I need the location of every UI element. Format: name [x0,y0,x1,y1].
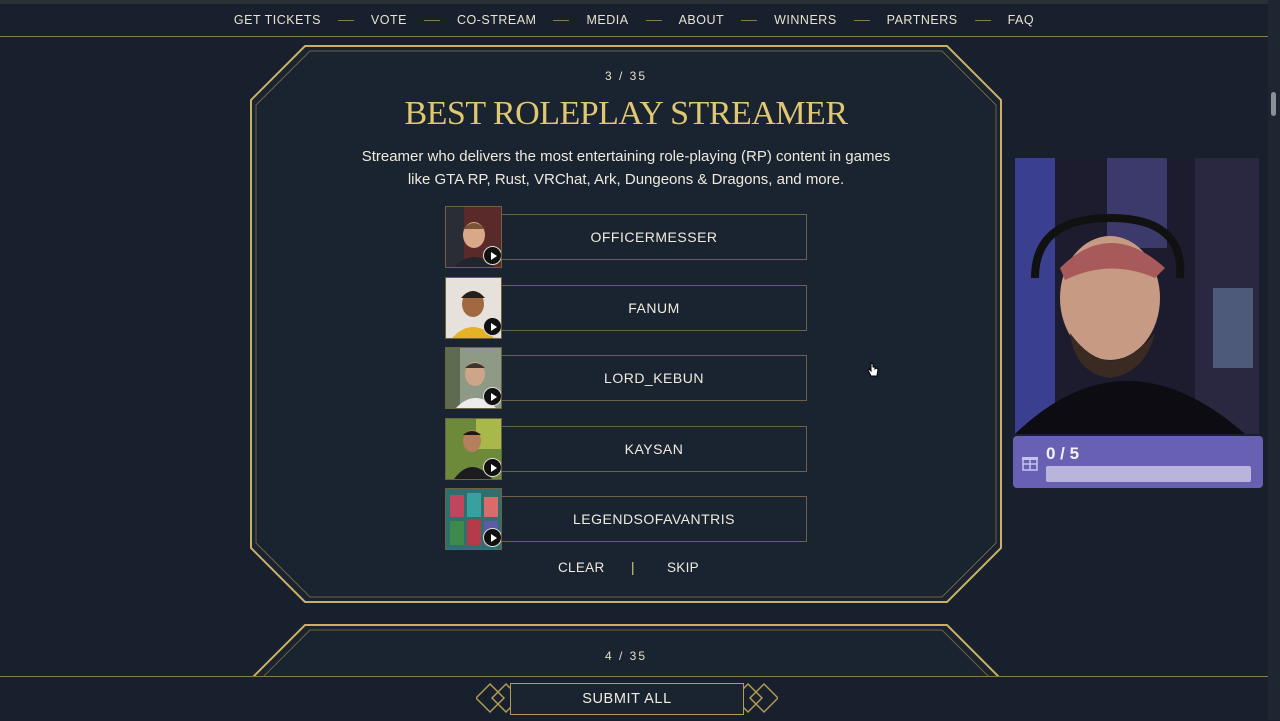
goal-count: 0 / 5 [1046,444,1080,463]
play-icon[interactable] [483,458,501,477]
nominee-thumbnail[interactable] [445,277,502,339]
scrollbar-thumb[interactable] [1271,92,1276,116]
nav-vote[interactable]: VOTE [371,13,407,27]
nav-separator [645,19,662,21]
nominee-button[interactable]: LORD_KEBUN [501,355,807,401]
nominee-thumbnail[interactable] [445,488,502,550]
nav-separator [553,19,570,21]
nominee-button[interactable]: LEGENDSOFAVANTRIS [501,496,807,542]
nominee-button[interactable]: OFFICERMESSER [501,214,807,260]
nav-get-tickets[interactable]: GET TICKETS [234,13,321,27]
skip-button[interactable]: SKIP [667,560,699,575]
nominee-thumbnail[interactable] [445,347,502,409]
nominee-row[interactable]: KAYSAN [445,418,807,480]
next-category-counter: 4 / 35 [604,649,648,663]
nav-co-stream[interactable]: CO-STREAM [457,13,537,27]
nav-separator [974,19,991,21]
play-icon[interactable] [483,317,501,336]
category-description: Streamer who delivers the most entertain… [361,148,891,188]
nominee-row[interactable]: LORD_KEBUN [445,347,807,409]
nominee-thumbnail[interactable] [445,206,502,268]
page-scrollbar[interactable] [1268,0,1280,720]
clear-button[interactable]: CLEAR [558,560,605,575]
submit-all-button[interactable]: SUBMIT ALL [510,683,744,715]
nominee-button[interactable]: FANUM [501,285,807,331]
goal-widget: 0 / 5 [1013,436,1263,488]
nav-about[interactable]: ABOUT [679,13,725,27]
main-nav: GET TICKETS VOTE CO-STREAM MEDIA ABOUT W… [0,4,1268,37]
hand-cursor-icon [867,362,879,377]
nav-faq[interactable]: FAQ [1008,13,1035,27]
play-icon[interactable] [483,246,501,265]
play-icon[interactable] [483,387,501,406]
webcam-overlay [1015,158,1259,434]
nav-partners[interactable]: PARTNERS [887,13,958,27]
nav-winners[interactable]: WINNERS [774,13,837,27]
category-title: BEST ROLEPLAY STREAMER [404,95,848,132]
nav-media[interactable]: MEDIA [586,13,628,27]
actions-divider: | [631,560,635,575]
nominee-button[interactable]: KAYSAN [501,426,807,472]
nominee-row[interactable]: OFFICERMESSER [445,206,807,268]
nominee-row[interactable]: LEGENDSOFAVANTRIS [445,488,807,550]
nav-separator [853,19,870,21]
play-icon[interactable] [483,528,501,547]
gift-icon [1022,457,1038,471]
nav-separator [423,19,440,21]
category-actions: CLEAR | SKIP [540,560,710,580]
nominee-thumbnail[interactable] [445,418,502,480]
nav-separator [741,19,758,21]
goal-progress-bar [1046,466,1251,482]
category-counter: 3 / 35 [604,69,648,83]
nav-separator [337,19,354,21]
nominee-row[interactable]: FANUM [445,277,807,339]
